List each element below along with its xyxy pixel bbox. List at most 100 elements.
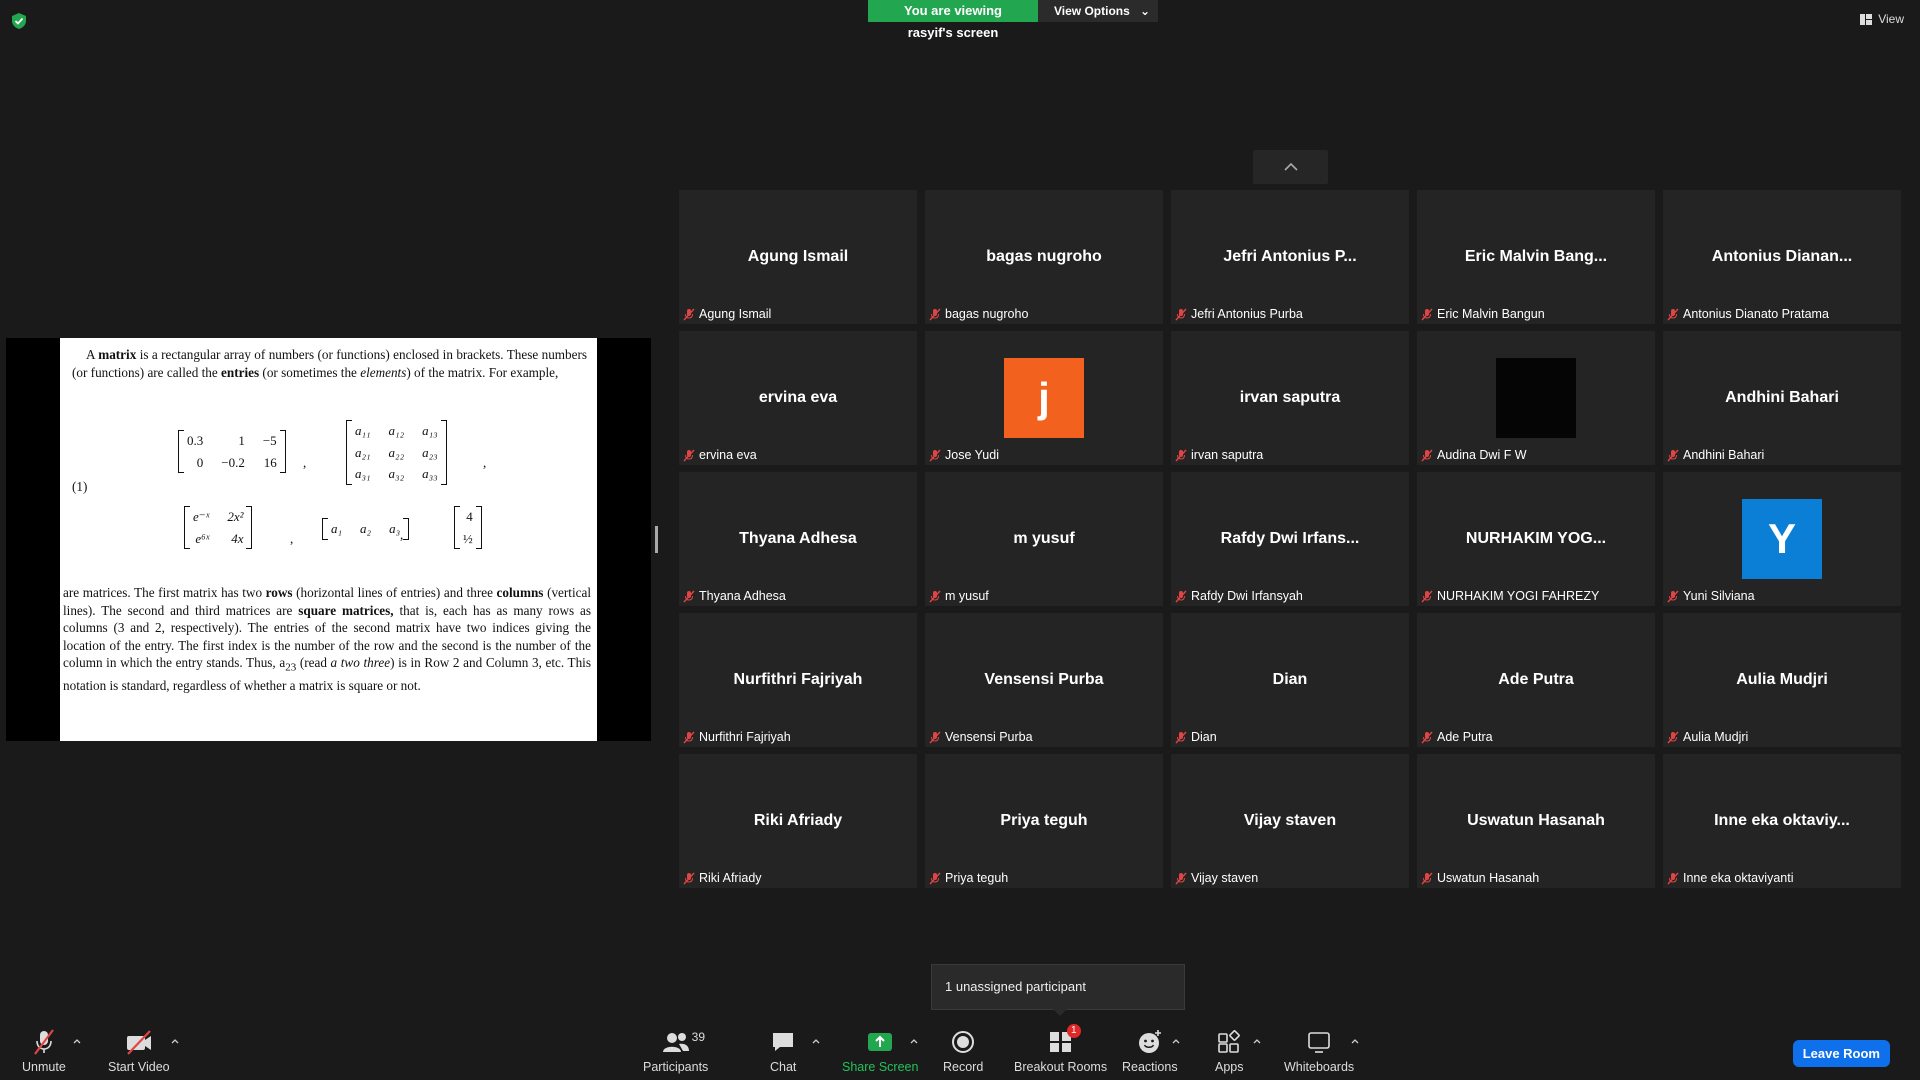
participant-tile[interactable]: Thyana Adhesa Thyana Adhesa — [679, 472, 917, 606]
participant-tile[interactable]: irvan saputra irvan saputra — [1171, 331, 1409, 465]
participant-tile[interactable]: Riki Afriady Riki Afriady — [679, 754, 917, 888]
start-video-button[interactable]: Start Video — [108, 1028, 170, 1074]
participant-tile[interactable]: Andhini Bahari Andhini Bahari — [1663, 331, 1901, 465]
participant-display-name: Priya teguh — [1000, 812, 1088, 829]
view-options-button[interactable]: View Options ⌄ — [1038, 0, 1158, 22]
participant-name-label: Audina Dwi F W — [1421, 448, 1527, 462]
microphone-muted-icon — [683, 308, 695, 320]
apps-button[interactable]: Apps — [1215, 1028, 1244, 1074]
participant-display-name: Antonius Dianan... — [1711, 248, 1853, 265]
participant-display-name: NURHAKIM YOG... — [1465, 530, 1607, 547]
participant-name: Uswatun Hasanah — [1437, 871, 1540, 885]
share-options-chevron-icon[interactable] — [909, 1036, 919, 1046]
participant-tile[interactable]: Jefri Antonius P... Jefri Antonius Purba — [1171, 190, 1409, 324]
reactions-button[interactable]: Reactions — [1122, 1028, 1178, 1074]
breakout-rooms-button[interactable]: 1 Breakout Rooms — [1014, 1024, 1107, 1074]
participant-name-label: Antonius Dianato Pratama — [1667, 307, 1829, 321]
participant-tile[interactable]: Vijay staven Vijay staven — [1171, 754, 1409, 888]
whiteboards-button[interactable]: Whiteboards — [1284, 1028, 1354, 1074]
scroll-up-button[interactable] — [1253, 150, 1328, 184]
participant-name-label: Inne eka oktaviyanti — [1667, 871, 1794, 885]
whiteboards-options-chevron-icon[interactable] — [1350, 1036, 1360, 1046]
participant-tile[interactable]: Uswatun Hasanah Uswatun Hasanah — [1417, 754, 1655, 888]
microphone-muted-icon — [929, 449, 941, 461]
participants-button[interactable]: 39 Participants — [643, 1028, 708, 1074]
security-shield-icon[interactable] — [10, 12, 28, 30]
microphone-muted-icon — [683, 590, 695, 602]
participant-display-name: irvan saputra — [1239, 389, 1341, 406]
participant-name: m yusuf — [945, 589, 989, 603]
participant-name: bagas nugroho — [945, 307, 1029, 321]
participant-name-label: Agung Ismail — [683, 307, 771, 321]
participant-name-label: Uswatun Hasanah — [1421, 871, 1539, 885]
matrix-2: a₁₁ a₁₂ a₁₃ a₂₁ a₂₂ a₂₃ a₃₁ a₃₂ a₃₃ — [346, 420, 447, 485]
microphone-muted-icon — [1421, 872, 1433, 884]
participant-tile[interactable]: Rafdy Dwi Irfans... Rafdy Dwi Irfansyah — [1171, 472, 1409, 606]
unassigned-tooltip: 1 unassigned participant — [931, 964, 1185, 1016]
audio-options-chevron-icon[interactable] — [72, 1036, 82, 1046]
whiteboard-icon — [1308, 1032, 1330, 1053]
participant-name-label: Rafdy Dwi Irfansyah — [1175, 589, 1303, 603]
participant-tile[interactable]: Inne eka oktaviy... Inne eka oktaviyanti — [1663, 754, 1901, 888]
participant-tile[interactable]: Nurfithri Fajriyah Nurfithri Fajriyah — [679, 613, 917, 747]
participant-tile[interactable]: Antonius Dianan... Antonius Dianato Prata… — [1663, 190, 1901, 324]
participant-name-label: Jefri Antonius Purba — [1175, 307, 1303, 321]
breakout-badge: 1 — [1066, 1024, 1081, 1038]
chat-options-chevron-icon[interactable] — [811, 1036, 821, 1046]
participant-name: Antonius Dianato Pratama — [1683, 307, 1829, 321]
participant-tile[interactable]: Agung Ismail Agung Ismail — [679, 190, 917, 324]
participant-tile[interactable]: Priya teguh Priya teguh — [925, 754, 1163, 888]
participant-tile[interactable]: NURHAKIM YOG... NURHAKIM YOGI FAHREZY — [1417, 472, 1655, 606]
chat-button[interactable]: Chat — [770, 1028, 796, 1074]
video-off-icon — [126, 1030, 151, 1055]
participant-tile[interactable]: Ade Putra Ade Putra — [1417, 613, 1655, 747]
shared-screen[interactable]: A matrix is a rectangular array of numbe… — [6, 338, 651, 741]
participant-tile[interactable]: Vensensi Purba Vensensi Purba — [925, 613, 1163, 747]
resize-splitter[interactable] — [655, 526, 658, 553]
participant-name-label: NURHAKIM YOGI FAHREZY — [1421, 589, 1599, 603]
leave-room-button[interactable]: Leave Room — [1792, 1040, 1890, 1067]
participant-tile[interactable]: j Jose Yudi — [925, 331, 1163, 465]
participant-name-label: Ade Putra — [1421, 730, 1493, 744]
record-button[interactable]: Record — [943, 1028, 983, 1074]
chat-icon — [773, 1033, 794, 1051]
microphone-muted-icon — [929, 731, 941, 743]
participant-tile[interactable]: Audina Dwi F W — [1417, 331, 1655, 465]
participant-tile[interactable]: ervina eva ervina eva — [679, 331, 917, 465]
participant-tile[interactable]: Dian Dian — [1171, 613, 1409, 747]
participant-name: Thyana Adhesa — [699, 589, 786, 603]
participant-tile[interactable]: bagas nugroho bagas nugroho — [925, 190, 1163, 324]
participant-name: NURHAKIM YOGI FAHREZY — [1437, 589, 1600, 603]
microphone-muted-icon — [1421, 590, 1433, 602]
reactions-options-chevron-icon[interactable] — [1171, 1036, 1181, 1046]
matrix-entry: a₂ — [360, 521, 372, 536]
video-options-chevron-icon[interactable] — [170, 1036, 180, 1046]
participant-name: ervina eva — [699, 448, 757, 462]
microphone-muted-icon — [929, 308, 941, 320]
participant-name-label: Thyana Adhesa — [683, 589, 786, 603]
microphone-muted-icon — [1667, 308, 1679, 320]
participant-tile[interactable]: Y Yuni Silviana — [1663, 472, 1901, 606]
microphone-muted-icon — [1421, 449, 1433, 461]
participant-name-label: Eric Malvin Bangun — [1421, 307, 1545, 321]
matrix-1: 0.3 1 −5 0 −0.2 16 — [178, 430, 286, 473]
share-screen-icon — [868, 1033, 893, 1051]
participant-name: Jefri Antonius Purba — [1191, 307, 1303, 321]
unmute-button[interactable]: Unmute — [22, 1028, 66, 1074]
participant-tile[interactable]: Aulia Mudjri Aulia Mudjri — [1663, 613, 1901, 747]
shared-document: A matrix is a rectangular array of numbe… — [60, 338, 597, 741]
share-screen-button[interactable]: Share Screen — [842, 1028, 918, 1074]
microphone-muted-icon — [1667, 731, 1679, 743]
microphone-muted-icon — [1175, 872, 1187, 884]
participant-tile[interactable]: Eric Malvin Bang... Eric Malvin Bangun — [1417, 190, 1655, 324]
participant-name: Vensensi Purba — [945, 730, 1033, 744]
participant-display-name: Aulia Mudjri — [1736, 671, 1828, 688]
microphone-muted-icon — [1667, 449, 1679, 461]
participant-tile[interactable]: m yusuf m yusuf — [925, 472, 1163, 606]
view-options-label: View Options — [1054, 4, 1130, 18]
participant-display-name: Vensensi Purba — [984, 671, 1104, 688]
apps-options-chevron-icon[interactable] — [1252, 1036, 1262, 1046]
participant-display-name: Vijay staven — [1243, 812, 1337, 829]
view-button[interactable]: View — [1860, 12, 1904, 26]
participant-avatar-area: j — [925, 331, 1163, 465]
